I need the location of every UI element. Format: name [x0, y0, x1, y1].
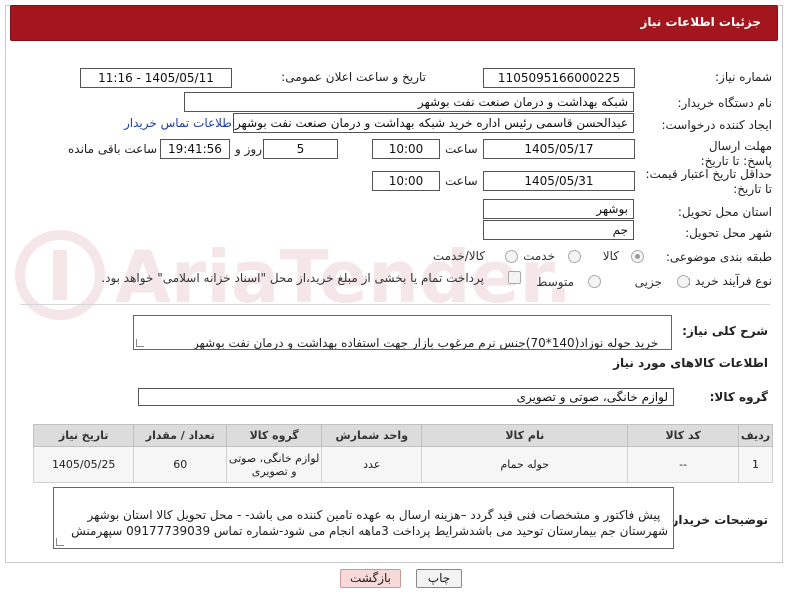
col-name: نام کالا — [421, 424, 629, 447]
process-radio-medium[interactable] — [588, 275, 601, 288]
panel-title: جزئیات اطلاعات نیاز — [640, 15, 761, 29]
process-radio-minor[interactable] — [677, 275, 690, 288]
category-radio-goods-service[interactable] — [505, 250, 518, 263]
description-label: شرح کلی نیاز: — [682, 324, 768, 338]
city-label: شهر محل تحویل: — [685, 226, 772, 240]
remaining-label: ساعت باقی مانده — [68, 142, 158, 156]
remaining-time-field: 19:41:56 — [160, 139, 230, 159]
category-option-goods: کالا — [602, 249, 619, 263]
deadline-time-label: ساعت — [445, 142, 478, 156]
process-option-medium: متوسط — [536, 275, 574, 289]
province-field: بوشهر — [483, 199, 634, 219]
col-row: ردیف — [738, 424, 773, 447]
description-text: خرید حوله نوزاد(140*70)جنس نرم مرغوب باز… — [192, 336, 659, 350]
requester-field: عبدالحسن قاسمی رئیس اداره خرید شبکه بهدا… — [233, 113, 634, 133]
col-code: کد کالا — [627, 424, 739, 447]
table-header-row: ردیف کد کالا نام کالا واحد شمارش گروه کا… — [32, 424, 773, 447]
announce-label: تاریخ و ساعت اعلان عمومی: — [281, 70, 426, 84]
goods-group-field: لوازم خانگی، صوتی و تصویری — [138, 388, 674, 406]
print-button[interactable]: چاپ — [416, 569, 462, 588]
col-qty: تعداد / مقدار — [133, 424, 228, 447]
panel-header: جزئیات اطلاعات نیاز — [10, 5, 778, 41]
resize-handle[interactable] — [136, 339, 144, 347]
need-number-label: شماره نیاز: — [715, 70, 772, 84]
cell-qty: 60 — [133, 446, 228, 483]
deadline-time-field: 10:00 — [372, 139, 440, 159]
col-group: گروه کالا — [226, 424, 323, 447]
process-option-minor: جزیی — [634, 275, 662, 289]
category-option-goods-service: کالا/خدمت — [432, 249, 485, 263]
col-date: تاریخ نیاز — [32, 424, 135, 447]
buyer-notes-textarea[interactable]: پیش فاکتور و مشخصات فنی قید گردد –هزینه … — [53, 487, 674, 549]
buyer-org-label: نام دستگاه خریدار: — [677, 96, 773, 110]
validity-time-field: 10:00 — [372, 171, 440, 191]
cell-group: لوازم خانگی، صوتی و تصویری — [226, 446, 323, 483]
description-textarea[interactable]: خرید حوله نوزاد(140*70)جنس نرم مرغوب باز… — [133, 315, 672, 350]
days-label: روز و — [235, 142, 262, 156]
goods-info-title: اطلاعات کالاهای مورد نیاز — [613, 356, 768, 370]
province-label: استان محل تحویل: — [677, 205, 772, 219]
need-number-field: 1105095166000225 — [483, 68, 635, 88]
deadline-date-field: 1405/05/17 — [483, 139, 635, 159]
validity-date-field: 1405/05/31 — [483, 171, 635, 191]
cell-row: 1 — [738, 446, 773, 483]
category-radio-service[interactable] — [568, 250, 581, 263]
payment-note: پرداخت تمام یا بخشی از مبلغ خرید،از محل … — [101, 271, 484, 285]
buyer-contact-link[interactable]: اطلاعات تماس خریدار — [124, 116, 235, 130]
cell-date: 1405/05/25 — [32, 446, 135, 483]
category-radio-goods[interactable] — [631, 250, 644, 263]
goods-group-label: گروه کالا: — [709, 390, 768, 404]
col-unit: واحد شمارش — [321, 424, 423, 447]
buyer-notes-label: توضیحات خریدار: — [666, 513, 768, 527]
resize-handle[interactable] — [56, 538, 64, 546]
items-table: ردیف کد کالا نام کالا واحد شمارش گروه کا… — [32, 424, 773, 483]
table-row: 1 -- حوله حمام عدد لوازم خانگی، صوتی و ت… — [32, 446, 773, 483]
category-label: طبقه بندی موضوعی: — [665, 250, 772, 264]
requester-label: ایجاد کننده درخواست: — [661, 118, 772, 132]
buyer-org-field: شبکه بهداشت و درمان صنعت نفت بوشهر — [184, 92, 634, 112]
payment-checkbox[interactable] — [508, 271, 521, 284]
deadline-label: مهلت ارسال پاسخ: تا تاریخ: — [700, 139, 772, 168]
category-option-service: خدمت — [523, 249, 555, 263]
city-field: جم — [483, 220, 634, 240]
cell-unit: عدد — [321, 446, 423, 483]
buyer-notes-text: پیش فاکتور و مشخصات فنی قید گردد –هزینه … — [71, 508, 668, 538]
validity-label: حداقل تاریخ اعتبار قیمت: تا تاریخ: — [645, 167, 772, 196]
announce-field: 1405/05/11 - 11:16 — [80, 68, 232, 88]
validity-time-label: ساعت — [445, 174, 478, 188]
cell-code: -- — [627, 446, 739, 483]
days-field: 5 — [263, 139, 338, 159]
section-divider — [20, 304, 770, 305]
process-label: نوع فرآیند خرید : — [687, 274, 772, 288]
cell-name: حوله حمام — [421, 446, 629, 483]
back-button[interactable]: بازگشت — [340, 569, 401, 588]
